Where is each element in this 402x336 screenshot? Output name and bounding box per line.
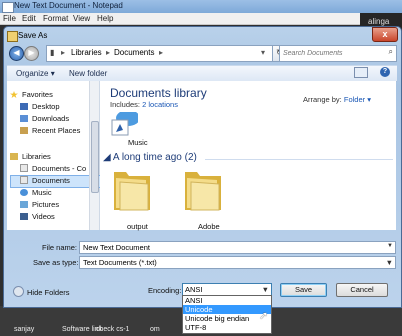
file-name-input[interactable] [83,242,373,253]
dialog-title: Save As [18,31,48,40]
address-bar[interactable]: ▮ ▸ Libraries ▸ Documents ▸ ▾ [46,45,273,62]
background-text: alinga [368,17,390,26]
hide-folders-button[interactable]: Hide Folders [13,286,70,297]
star-icon [10,91,18,98]
save-as-type-select[interactable]: Text Documents (*.txt) ▼ [79,256,396,269]
organize-button[interactable]: Organize ▾ [16,69,55,78]
nav-item-music[interactable]: Music [20,188,52,197]
document-icon [20,164,28,172]
group-divider [205,159,393,160]
menu-file[interactable]: File [3,14,16,23]
taskbar-item-check[interactable]: check cs-1 [96,326,129,333]
pictures-icon [20,201,28,208]
favorites-header[interactable]: Favorites [10,90,53,99]
chevron-right-icon: ▸ [106,48,111,57]
folder-label-output: output [127,222,148,231]
forward-button[interactable]: ▶ [24,46,39,61]
menu-format[interactable]: Format [43,14,68,23]
scrollbar-thumb[interactable] [91,121,99,193]
menu-help[interactable]: Help [97,14,113,23]
notepad-icon [2,2,14,13]
taskbar-item-sanjay[interactable]: sanjay [14,326,34,333]
locations-link[interactable]: 2 locations [142,100,178,109]
music-tile[interactable] [110,110,140,136]
chevron-down-icon[interactable]: ▼ [262,285,269,294]
close-button[interactable]: x [372,27,398,42]
folder-icon [114,172,150,211]
music-icon [20,189,28,196]
chevron-right-icon: ▸ [61,48,66,57]
arrange-by-dropdown[interactable]: Folder ▾ [344,95,371,104]
cancel-button[interactable]: Cancel [336,283,388,297]
chevron-down-icon[interactable]: ▼ [387,243,393,249]
nav-item-pictures[interactable]: Pictures [20,200,59,209]
view-options-icon[interactable] [354,67,368,78]
library-title: Documents library [110,86,207,100]
libraries-header[interactable]: Libraries [10,152,51,161]
search-box[interactable]: ⌕ [279,45,397,62]
save-as-type-value: Text Documents (*.txt) [83,258,157,267]
nav-scrollbar[interactable] [89,81,99,230]
nav-item-desktop[interactable]: Desktop [20,102,60,111]
save-icon [7,31,18,42]
folder-icon [185,172,221,211]
encoding-option-ansi[interactable]: ANSI [183,296,271,305]
nav-item-recent-places[interactable]: Recent Places [20,126,80,135]
notepad-title-bar: New Text Document - Notepad [0,0,402,13]
file-name-label: File name: [42,243,78,252]
arrange-by: Arrange by: Folder ▾ [303,95,371,104]
nav-item-documents[interactable]: Documents [20,176,70,185]
group-header[interactable]: ◢ A long time ago (2) [103,152,197,163]
music-library-icon [111,110,140,136]
file-name-field[interactable]: ▼ [79,241,396,254]
save-button[interactable]: Save [280,283,327,297]
folder-icon: ▮ [50,48,55,57]
library-includes: Includes: 2 locations [110,100,178,109]
encoding-value: ANSI [185,285,203,294]
back-button[interactable]: ◀ [9,46,24,61]
breadcrumb-libraries[interactable]: Libraries [71,48,102,57]
nav-item-videos[interactable]: Videos [20,212,55,221]
libraries-icon [10,153,18,160]
encoding-option-utf8[interactable]: UTF-8 [183,323,271,332]
document-icon [20,176,28,184]
music-tile-label: Music [128,138,148,147]
nav-item-documents-co[interactable]: Documents - Co [20,164,86,173]
command-bar: Organize ▾ New folder [7,65,397,82]
menu-edit[interactable]: Edit [22,14,36,23]
chevron-right-icon: ▸ [159,48,164,57]
recent-places-icon [20,127,28,134]
desktop-icon [20,103,28,110]
videos-icon [20,213,28,220]
collapse-icon [13,286,24,297]
help-icon[interactable]: ? [380,67,390,77]
downloads-icon [20,115,28,122]
folder-adobe[interactable] [183,166,223,211]
address-dropdown-icon[interactable]: ▾ [261,48,265,57]
organize-label: Organize [16,69,49,78]
encoding-label: Encoding: [148,286,182,295]
folder-label-adobe: Adobe [198,222,220,231]
encoding-option-unicode[interactable]: Unicode [183,305,271,314]
save-as-type-label: Save as type: [33,258,79,267]
notepad-title: New Text Document - Notepad [14,1,123,10]
search-input[interactable] [283,47,379,59]
pointer-cursor-icon: ➚ [259,310,269,322]
breadcrumb-documents[interactable]: Documents [114,48,154,57]
chevron-down-icon[interactable]: ▼ [386,258,393,267]
menu-view[interactable]: View [73,14,90,23]
notepad-menu-bar: File Edit Format View Help [0,13,402,25]
new-folder-button[interactable]: New folder [69,69,107,78]
nav-item-downloads[interactable]: Downloads [20,114,69,123]
search-icon: ⌕ [388,47,393,56]
folder-output[interactable] [112,166,152,211]
taskbar-item-om[interactable]: om [150,326,160,333]
encoding-option-unicode-big-endian[interactable]: Unicode big endian [183,314,271,323]
